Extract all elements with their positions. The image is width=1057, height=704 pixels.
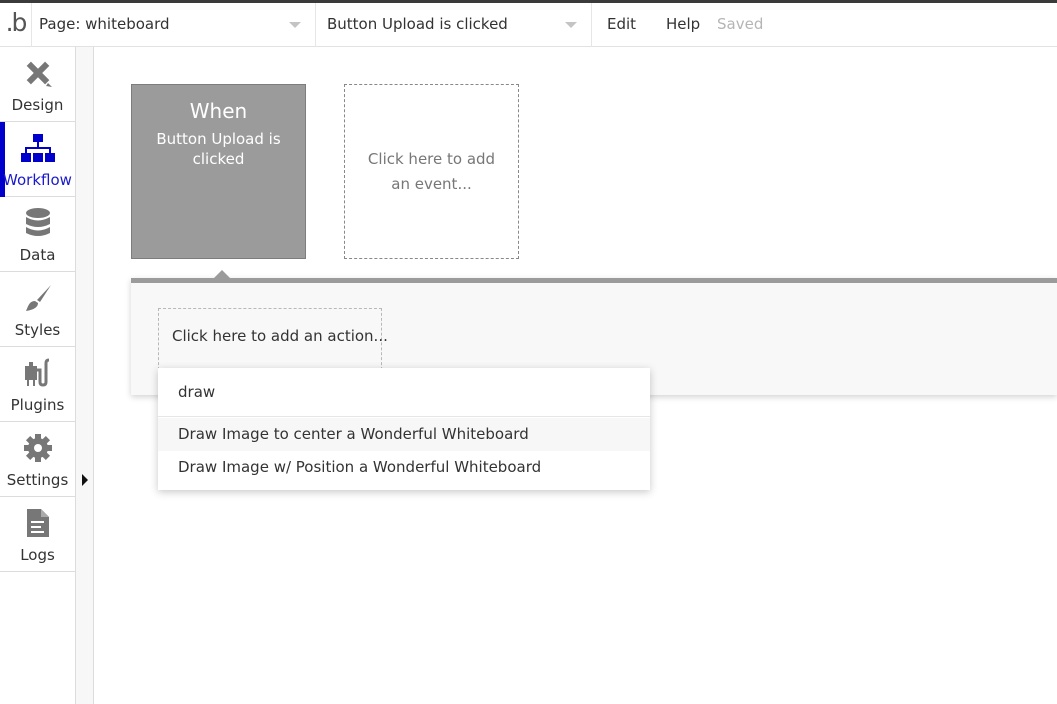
add-action-button[interactable]: Click here to add an action...: [158, 308, 388, 370]
sidebar-item-label: Design: [11, 96, 64, 114]
workflow-icon: [0, 132, 75, 164]
sidebar-item-label: Data: [19, 246, 56, 264]
sidebar-item-workflow[interactable]: Workflow: [0, 122, 75, 197]
action-search-input[interactable]: [158, 368, 650, 417]
edit-menu[interactable]: Edit: [607, 3, 636, 46]
design-icon: [0, 57, 75, 89]
add-event-button[interactable]: Click here to add an event...: [344, 84, 519, 259]
chevron-down-icon: [289, 22, 301, 28]
database-icon: [0, 207, 75, 239]
expand-panel-icon[interactable]: [82, 474, 88, 486]
help-menu[interactable]: Help: [666, 3, 700, 46]
sidebar-item-data[interactable]: Data: [0, 197, 75, 272]
event-card[interactable]: When Button Upload is clicked: [131, 84, 306, 259]
chevron-down-icon: [565, 22, 577, 28]
sidebar-item-label: Logs: [20, 546, 55, 564]
save-status: Saved: [717, 15, 764, 33]
sidebar-rail: [76, 47, 94, 704]
page-dropdown[interactable]: Page: whiteboard: [32, 3, 316, 47]
sidebar-item-styles[interactable]: Styles: [0, 272, 75, 347]
sidebar: Design Workflow Data Styles Plugins Sett…: [0, 47, 76, 704]
action-option[interactable]: Draw Image w/ Position a Wonderful White…: [158, 451, 650, 484]
sidebar-item-label: Plugins: [10, 396, 65, 414]
sidebar-item-plugins[interactable]: Plugins: [0, 347, 75, 422]
bubble-logo[interactable]: .b: [0, 3, 32, 47]
action-search-popup: Draw Image to center a Wonderful Whitebo…: [158, 368, 650, 490]
sidebar-item-label: Settings: [6, 471, 69, 489]
sidebar-item-label: Styles: [14, 321, 61, 339]
add-event-label: Click here to add an event...: [367, 149, 496, 193]
sidebar-item-design[interactable]: Design: [0, 47, 75, 122]
sidebar-item-settings[interactable]: Settings: [0, 422, 75, 497]
brush-icon: [0, 282, 75, 314]
page-dropdown-label: Page: whiteboard: [39, 15, 170, 33]
event-dropdown-label: Button Upload is clicked: [327, 15, 508, 33]
event-dropdown[interactable]: Button Upload is clicked: [316, 3, 592, 47]
sidebar-item-label: Workflow: [3, 171, 72, 189]
event-card-name: Button Upload is clicked: [156, 130, 281, 168]
top-bar: .b Page: whiteboard Button Upload is cli…: [0, 3, 1057, 47]
plug-icon: [0, 357, 75, 389]
document-icon: [0, 507, 75, 539]
sidebar-item-logs[interactable]: Logs: [0, 497, 75, 572]
gear-icon: [0, 432, 75, 464]
add-action-label: Click here to add an action...: [172, 327, 388, 345]
action-option[interactable]: Draw Image to center a Wonderful Whitebo…: [158, 418, 650, 451]
event-card-heading: When: [189, 99, 248, 123]
panel-pointer: [214, 270, 230, 278]
